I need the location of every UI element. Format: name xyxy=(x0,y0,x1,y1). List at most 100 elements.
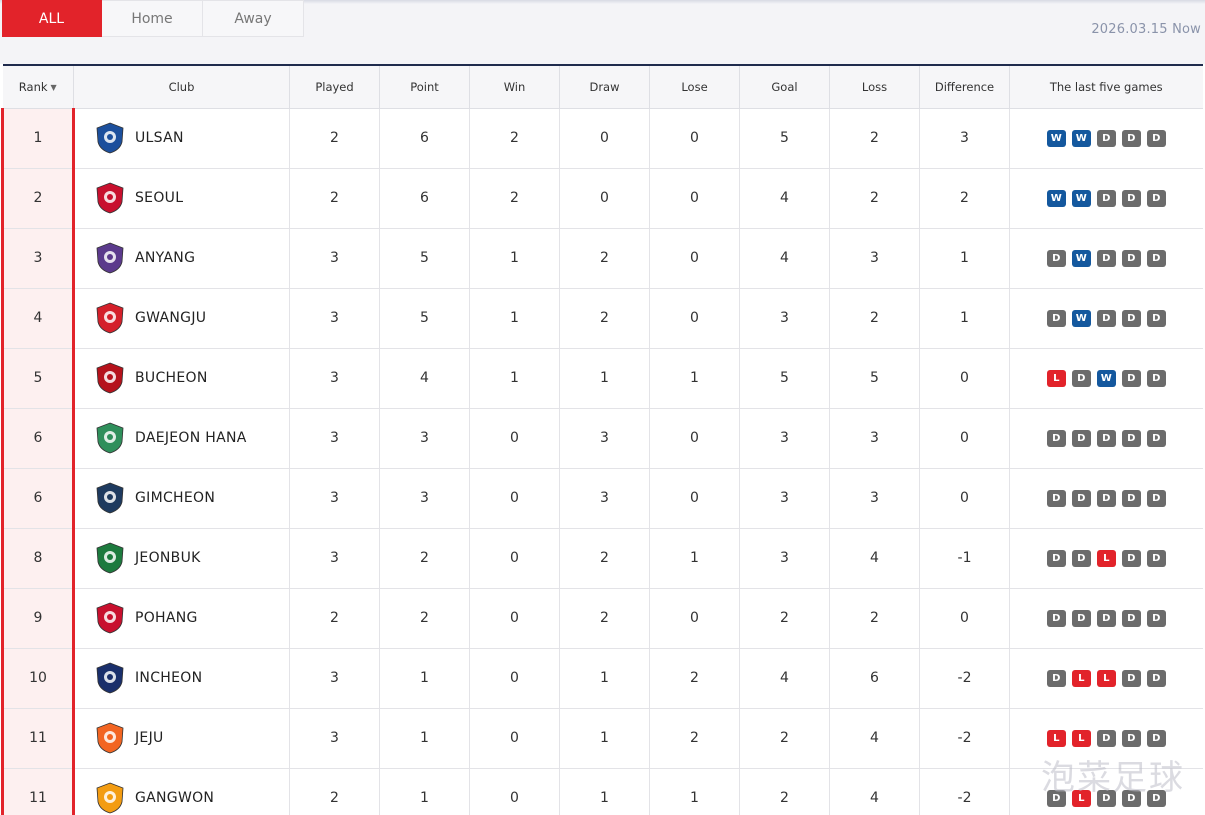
goal-cell: 3 xyxy=(739,528,830,589)
date-stamp: 2026.03.15 Now xyxy=(1091,22,1201,37)
jeju-crest-icon xyxy=(96,722,124,754)
lose-cell: 0 xyxy=(649,168,740,229)
gimcheon-crest-icon xyxy=(96,482,124,514)
table-row[interactable]: 4 GWANGJU 35120321DWDDD xyxy=(1,288,1203,349)
difference-cell: -2 xyxy=(919,648,1010,709)
played-cell: 3 xyxy=(289,468,380,529)
table-row[interactable]: 9 POHANG 22020220DDDDD xyxy=(1,588,1203,649)
filter-tabs: ALL Home Away xyxy=(2,0,304,37)
table-row[interactable]: 3 ANYANG 35120431DWDDD xyxy=(1,228,1203,289)
loss-cell: 3 xyxy=(829,228,920,289)
win-cell: 2 xyxy=(469,108,560,169)
form-strip: DDDDD xyxy=(1010,489,1203,507)
club-cell[interactable]: ULSAN xyxy=(73,108,290,169)
form-badge: D xyxy=(1121,189,1141,207)
club-cell[interactable]: BUCHEON xyxy=(73,348,290,409)
form-badge: D xyxy=(1146,669,1166,687)
form-badge: D xyxy=(1096,729,1116,747)
difference-cell: 2 xyxy=(919,168,1010,229)
table-row[interactable]: 11 GANGWON 2 1 0 1 1 2 4 -2 D L D D D xyxy=(1,768,1203,815)
incheon-crest-icon xyxy=(96,662,124,694)
draw-cell: 1 xyxy=(559,768,650,815)
played-cell: 2 xyxy=(289,168,380,229)
club-name[interactable]: SEOUL xyxy=(135,190,183,206)
form-badge: D xyxy=(1096,309,1116,327)
lose-cell: 1 xyxy=(649,528,740,589)
table-row[interactable]: 5 BUCHEON 34111550LDWDD xyxy=(1,348,1203,409)
club-name[interactable]: JEJU xyxy=(135,730,164,746)
club-cell[interactable]: GANGWON xyxy=(73,768,290,815)
club-cell[interactable]: POHANG xyxy=(73,588,290,649)
club-name[interactable]: DAEJEON HANA xyxy=(135,430,247,446)
form-strip: DDDDD xyxy=(1010,609,1203,627)
col-difference: Difference xyxy=(919,64,1010,109)
last-five-cell: WWDDD xyxy=(1009,168,1203,229)
form-badge: D xyxy=(1146,129,1166,147)
form-badge: D xyxy=(1121,129,1141,147)
tab-away[interactable]: Away xyxy=(203,0,304,37)
table-row[interactable]: 6 GIMCHEON 33030330DDDDD xyxy=(1,468,1203,529)
played-cell: 3 xyxy=(289,228,380,289)
sort-caret-icon[interactable]: ▼ xyxy=(51,83,57,92)
club-name[interactable]: GWANGJU xyxy=(135,310,206,326)
form-strip: DWDDD xyxy=(1010,249,1203,267)
point-cell: 6 xyxy=(379,168,470,229)
club-cell[interactable]: JEONBUK xyxy=(73,528,290,589)
form-badge: D xyxy=(1121,549,1141,567)
club-cell[interactable]: INCHEON xyxy=(73,648,290,709)
win-cell: 1 xyxy=(469,348,560,409)
goal-cell: 2 xyxy=(739,708,830,769)
club-cell[interactable]: GWANGJU xyxy=(73,288,290,349)
seoul-crest-icon xyxy=(96,182,124,214)
club-name[interactable]: ANYANG xyxy=(135,250,195,266)
table-row[interactable]: 11 JEJU 3 1 0 1 2 2 4 -2 L L D D D xyxy=(1,708,1203,769)
difference-cell: 0 xyxy=(919,348,1010,409)
form-badge: D xyxy=(1121,249,1141,267)
tab-all[interactable]: ALL xyxy=(2,0,102,37)
club-name[interactable]: ULSAN xyxy=(135,130,184,146)
goal-cell: 3 xyxy=(739,408,830,469)
draw-cell: 3 xyxy=(559,408,650,469)
club-cell[interactable]: JEJU xyxy=(73,708,290,769)
form-strip: DDDDD xyxy=(1010,429,1203,447)
club-cell[interactable]: DAEJEON HANA xyxy=(73,408,290,469)
table-row[interactable]: 2 SEOUL 26200422WWDDD xyxy=(1,168,1203,229)
rank-cell: 11 xyxy=(1,708,75,769)
club-name[interactable]: BUCHEON xyxy=(135,370,208,386)
form-strip: DLDDD xyxy=(1010,789,1203,807)
table-row[interactable]: 6 DAEJEON HANA 33030330DDDDD xyxy=(1,408,1203,469)
club-name[interactable]: JEONBUK xyxy=(135,550,201,566)
draw-cell: 1 xyxy=(559,648,650,709)
played-cell: 3 xyxy=(289,648,380,709)
rank-cell: 2 xyxy=(1,168,75,229)
form-badge: D xyxy=(1071,609,1091,627)
form-strip: DWDDD xyxy=(1010,309,1203,327)
point-cell: 3 xyxy=(379,468,470,529)
win-cell: 0 xyxy=(469,648,560,709)
rank-cell: 8 xyxy=(1,528,75,589)
col-rank[interactable]: Rank ▼ xyxy=(2,64,74,109)
club-name[interactable]: GANGWON xyxy=(135,790,214,806)
loss-cell: 6 xyxy=(829,648,920,709)
club-cell[interactable]: SEOUL xyxy=(73,168,290,229)
tab-home[interactable]: Home xyxy=(102,0,203,37)
difference-cell: -1 xyxy=(919,528,1010,589)
club-name[interactable]: INCHEON xyxy=(135,670,202,686)
lose-cell: 0 xyxy=(649,228,740,289)
goal-cell: 2 xyxy=(739,768,830,815)
form-badge: D xyxy=(1046,429,1066,447)
club-name[interactable]: GIMCHEON xyxy=(135,490,215,506)
rank-cell: 11 xyxy=(1,768,75,815)
table-row[interactable]: 8 JEONBUK 3 2 0 2 1 3 4 -1 D D L D D xyxy=(1,528,1203,589)
win-cell: 2 xyxy=(469,168,560,229)
form-badge: D xyxy=(1146,309,1166,327)
difference-cell: 0 xyxy=(919,588,1010,649)
table-row[interactable]: 1 ULSAN 26200523WWDDD xyxy=(1,108,1203,169)
club-name[interactable]: POHANG xyxy=(135,610,198,626)
table-row[interactable]: 10 INCHEON 3 1 0 1 2 4 6 -2 D L L D D xyxy=(1,648,1203,709)
last-five-cell: DDDDD xyxy=(1009,408,1203,469)
club-cell[interactable]: ANYANG xyxy=(73,228,290,289)
last-five-cell: DWDDD xyxy=(1009,228,1203,289)
club-cell[interactable]: GIMCHEON xyxy=(73,468,290,529)
form-badge: D xyxy=(1146,609,1166,627)
